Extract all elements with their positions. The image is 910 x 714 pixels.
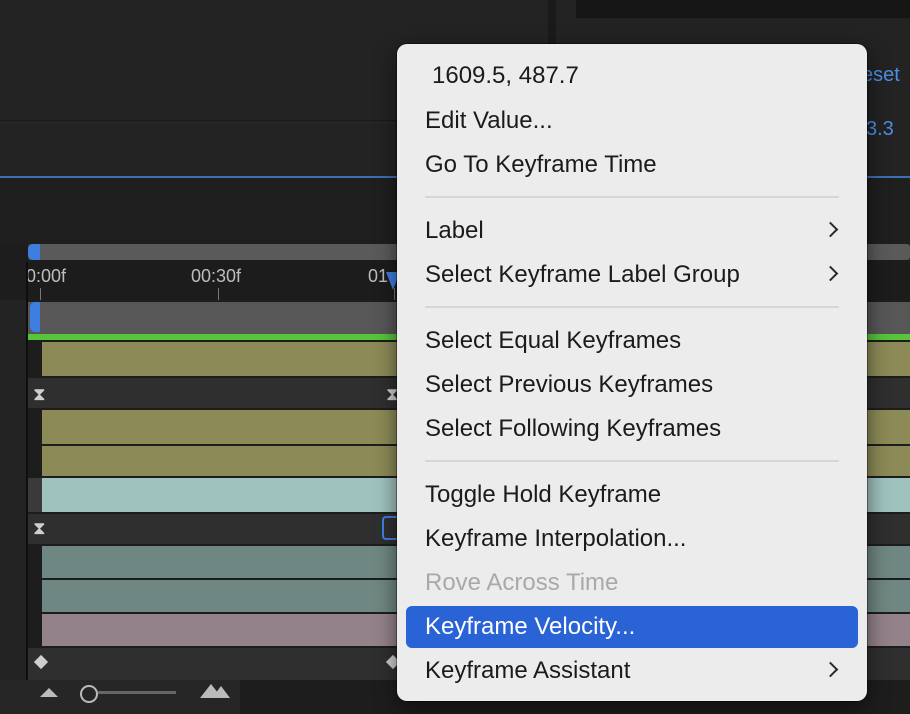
menu-separator: [425, 460, 839, 462]
keyframe-context-menu: 1609.5, 487.7 Edit Value... Go To Keyfra…: [397, 44, 867, 701]
ruler-tick: [40, 288, 41, 300]
menu-item-label-text: Keyframe Assistant: [425, 657, 631, 684]
menu-item-label-text: Label: [425, 217, 484, 244]
chevron-right-icon: [822, 661, 839, 678]
work-area-start-handle[interactable]: [28, 244, 40, 260]
chevron-right-icon: [822, 221, 839, 238]
effects-panel-header: [576, 0, 910, 18]
menu-item-select-following-keyframes[interactable]: Select Following Keyframes: [406, 409, 858, 449]
menu-item-label-text: Select Keyframe Label Group: [425, 261, 740, 288]
chevron-right-icon: [822, 265, 839, 282]
zoom-slider-track[interactable]: [98, 691, 176, 694]
ruler-label-30f: 00:30f: [191, 266, 242, 286]
menu-item-keyframe-velocity[interactable]: Keyframe Velocity...: [406, 606, 858, 648]
menu-item-rove-across-time: Rove Across Time: [425, 569, 619, 596]
menu-separator: [425, 196, 839, 198]
menu-item-edit-value[interactable]: Edit Value...: [406, 101, 858, 141]
zoom-slider-knob[interactable]: [80, 685, 98, 703]
menu-item-go-to-keyframe-time[interactable]: Go To Keyframe Time: [406, 145, 858, 185]
layer-switches-column: [0, 300, 26, 680]
menu-separator: [425, 306, 839, 308]
keyframe-hourglass-icon[interactable]: ⧗: [33, 518, 46, 539]
menu-item-label[interactable]: Label: [406, 211, 858, 251]
zoom-in-mountain-icon: [212, 686, 230, 698]
layer-in-point-handle[interactable]: [30, 302, 40, 332]
menu-item-keyframe-interpolation[interactable]: Keyframe Interpolation...: [406, 519, 858, 559]
ruler-label-0: 0:00f: [26, 266, 67, 286]
property-value-link[interactable]: 3.3: [866, 118, 894, 141]
ruler-tick: [218, 288, 219, 300]
zoom-out-mountain-icon[interactable]: [40, 688, 58, 697]
keyframe-hourglass-icon[interactable]: ⧗: [33, 384, 46, 405]
keyframe-value-readout: 1609.5, 487.7: [432, 62, 579, 89]
menu-item-select-equal-keyframes[interactable]: Select Equal Keyframes: [406, 321, 858, 361]
menu-item-select-previous-keyframes[interactable]: Select Previous Keyframes: [406, 365, 858, 405]
menu-item-keyframe-assistant[interactable]: Keyframe Assistant: [406, 651, 858, 691]
menu-item-toggle-hold-keyframe[interactable]: Toggle Hold Keyframe: [406, 475, 858, 515]
menu-item-select-keyframe-label-group[interactable]: Select Keyframe Label Group: [406, 255, 858, 295]
reset-link[interactable]: eset: [862, 64, 900, 87]
